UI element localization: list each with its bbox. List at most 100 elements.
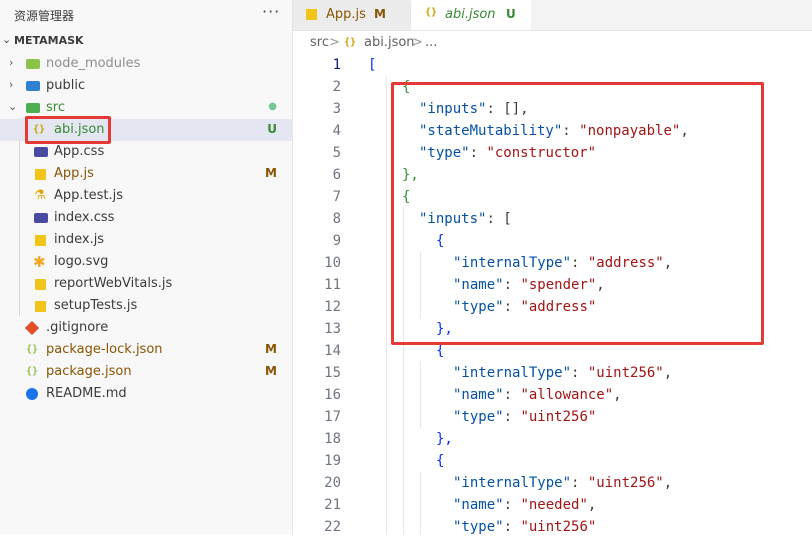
- breadcrumb: src > {} abi.json > ...: [293, 30, 812, 54]
- code-editor[interactable]: 1 2 3 4 5 6 7 8 9 10 11 12 13 14 15 16 1…: [293, 54, 812, 535]
- tree-item-gitignore[interactable]: .gitignore: [0, 317, 293, 339]
- tree-item-label: .gitignore: [46, 320, 109, 335]
- code-line: "type": "uint256": [453, 406, 596, 428]
- tree-item-app-css[interactable]: App.css: [0, 141, 293, 163]
- json-key: "type": [453, 409, 504, 425]
- line-number: 22: [324, 519, 341, 535]
- tree-item-report-web-vitals[interactable]: reportWebVitals.js: [0, 273, 293, 295]
- line-number: 21: [324, 497, 341, 513]
- tree-item-label: package-lock.json: [46, 342, 163, 357]
- line-number: 4: [332, 123, 341, 139]
- line-number: 8: [332, 211, 341, 227]
- tree-item-label: index.css: [54, 210, 115, 225]
- tab-git-badge: M: [374, 7, 386, 21]
- line-number: 9: [332, 233, 341, 249]
- chevron-down-icon[interactable]: ⌄: [2, 33, 11, 46]
- editor-area: App.js M {} abi.json U src > {} abi.json…: [293, 0, 812, 535]
- code-line: "type": "uint256": [453, 516, 596, 538]
- tree-item-node-modules[interactable]: › node_modules: [0, 53, 293, 75]
- line-number: 17: [324, 409, 341, 425]
- breadcrumb-src[interactable]: src: [310, 35, 329, 50]
- punctuation: :: [503, 497, 521, 513]
- line-number: 13: [324, 321, 341, 337]
- tree-item-index-css[interactable]: index.css: [0, 207, 293, 229]
- tree-item-public[interactable]: › public: [0, 75, 293, 97]
- git-status-badge: M: [265, 342, 277, 356]
- json-key: "name": [453, 387, 504, 403]
- chevron-right-icon[interactable]: ›: [9, 56, 19, 70]
- tree-item-label: index.js: [54, 232, 105, 247]
- git-status-badge: M: [265, 166, 277, 180]
- json-string: "uint256": [587, 365, 664, 381]
- node-package-icon: {}: [26, 366, 39, 377]
- json-string: "uint256": [587, 475, 664, 491]
- tree-item-package-json[interactable]: {} package.json M: [0, 361, 293, 383]
- indent-guide: [420, 362, 421, 428]
- git-icon: [24, 320, 40, 336]
- indent-guide: [386, 76, 387, 534]
- line-number: 3: [332, 101, 341, 117]
- js-file-icon: [35, 169, 46, 180]
- more-actions-icon[interactable]: ···: [262, 2, 280, 21]
- svg-file-icon: ✱: [33, 253, 46, 271]
- line-number: 19: [324, 453, 341, 469]
- folder-open-icon: [26, 103, 40, 113]
- json-key: "name": [453, 497, 504, 513]
- tree-item-label: public: [46, 78, 86, 93]
- tab-app-js[interactable]: App.js M: [293, 0, 411, 30]
- punctuation: ,: [613, 387, 622, 403]
- line-number: 18: [324, 431, 341, 447]
- tree-item-package-lock[interactable]: {} package-lock.json M: [0, 339, 293, 361]
- tab-label: abi.json: [445, 7, 496, 22]
- code-line: "name": "allowance",: [453, 384, 622, 406]
- tree-item-label: logo.svg: [54, 254, 109, 269]
- chevron-right-icon[interactable]: ›: [9, 78, 19, 92]
- js-file-icon: [35, 279, 46, 290]
- tree-item-label: README.md: [46, 386, 127, 401]
- css-file-icon: [34, 147, 48, 157]
- tree-item-app-test-js[interactable]: ⚗ App.test.js: [0, 185, 293, 207]
- tree-item-label: package.json: [46, 364, 132, 379]
- code-line: [: [368, 54, 376, 76]
- breadcrumb-file[interactable]: abi.json: [364, 35, 415, 50]
- explorer-title: 资源管理器: [14, 9, 75, 23]
- tree-item-index-js[interactable]: index.js: [0, 229, 293, 251]
- tree-item-label: App.test.js: [54, 188, 124, 203]
- json-string: "needed": [520, 497, 588, 513]
- punctuation: ,: [587, 497, 597, 513]
- tree-item-label: node_modules: [46, 56, 141, 71]
- workspace-root[interactable]: ⌄ METAMASK: [0, 32, 293, 52]
- json-string: "uint256": [520, 409, 597, 425]
- tree-item-readme[interactable]: README.md: [0, 383, 293, 405]
- tab-abi-json[interactable]: {} abi.json U: [410, 0, 531, 30]
- tree-item-app-js[interactable]: App.js M: [0, 163, 293, 185]
- line-number: 20: [324, 475, 341, 491]
- breadcrumb-more[interactable]: ...: [425, 35, 437, 50]
- explorer-header: 资源管理器 ···: [0, 0, 293, 30]
- line-number: 12: [324, 299, 341, 315]
- code-line: },: [436, 428, 453, 450]
- punctuation: ,: [663, 475, 673, 491]
- json-file-icon: {}: [425, 7, 438, 18]
- punctuation: :: [571, 475, 588, 491]
- folder-icon: [26, 59, 40, 69]
- bracket: [: [368, 57, 377, 73]
- json-key: "type": [453, 519, 504, 535]
- chevron-down-icon[interactable]: ⌄: [8, 100, 18, 114]
- json-key: "internalType": [453, 475, 572, 491]
- active-tab-marker: [410, 0, 531, 1]
- css-file-icon: [34, 213, 48, 223]
- tree-item-logo-svg[interactable]: ✱ logo.svg: [0, 251, 293, 273]
- git-status-dot: ●: [268, 101, 277, 112]
- line-number: 11: [324, 277, 341, 293]
- punctuation: ,: [663, 365, 673, 381]
- info-icon: [26, 388, 38, 400]
- line-number: 16: [324, 387, 341, 403]
- tree-item-setup-tests[interactable]: setupTests.js: [0, 295, 293, 317]
- code-line: {: [436, 450, 444, 472]
- brace: {: [436, 453, 445, 469]
- line-number: 6: [332, 167, 341, 183]
- json-file-icon: {}: [344, 37, 357, 48]
- json-key: "internalType": [453, 365, 572, 381]
- code-line: "name": "needed",: [453, 494, 596, 516]
